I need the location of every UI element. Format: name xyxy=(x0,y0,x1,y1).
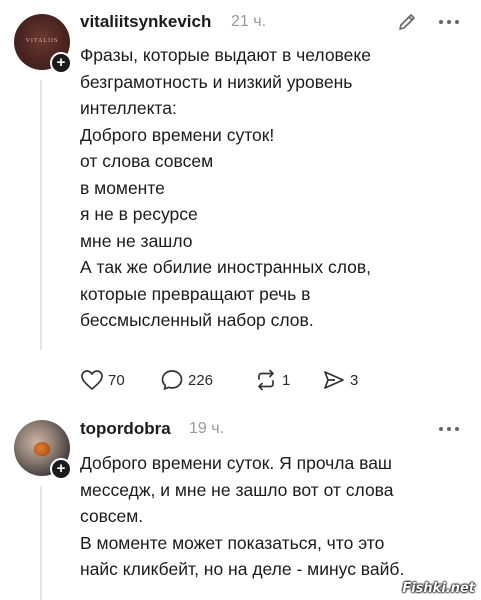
comment-line: Фразы, которые выдают в человеке xyxy=(80,45,371,65)
comment-count: 226 xyxy=(188,371,214,389)
comments-button[interactable]: 226 xyxy=(160,369,213,391)
comment-line: от слова совсем xyxy=(80,151,214,171)
comment-line: месседж, и мне не зашло вот от слова xyxy=(80,479,394,500)
share-button[interactable]: 3 xyxy=(322,369,358,391)
share-count: 3 xyxy=(350,371,359,389)
comment-line: совсем. xyxy=(80,506,144,526)
comment-line: бессмысленный набор слов. xyxy=(80,310,314,330)
comment-text: Доброго времени суток. Я прочла ваш месс… xyxy=(80,450,470,583)
thread-line xyxy=(40,80,42,350)
like-count: 70 xyxy=(108,371,125,389)
comment-line: найс кликбейт, но на деле - минус вайб. xyxy=(80,559,405,579)
comment-line: Доброго времени суток! xyxy=(80,124,275,145)
heart-icon xyxy=(81,370,103,390)
username[interactable]: topordobra xyxy=(80,419,171,439)
comment-line: интеллекта: xyxy=(80,98,177,118)
comment-line: которые превращают речь в xyxy=(80,283,311,304)
send-icon xyxy=(324,371,344,389)
timestamp: 19 ч. xyxy=(189,420,225,437)
repost-count: 1 xyxy=(282,371,291,389)
thread-line xyxy=(40,486,42,600)
like-button[interactable]: 70 xyxy=(80,369,125,391)
follow-plus-icon[interactable]: + xyxy=(50,52,72,74)
avatar-logo-text: VITALIIS xyxy=(25,38,59,44)
more-options-icon[interactable] xyxy=(436,419,462,439)
more-options-icon[interactable] xyxy=(436,12,462,32)
watermark: Fishki.net xyxy=(402,581,475,596)
comment-text: Фразы, которые выдают в человеке безграм… xyxy=(80,42,470,334)
comment-line: мне не зашло xyxy=(80,230,193,251)
repost-icon xyxy=(258,369,274,391)
edit-pencil-icon[interactable] xyxy=(396,11,418,33)
comment-line: Доброго времени суток. Я прочла ваш xyxy=(80,453,392,473)
bird-image xyxy=(34,442,50,456)
timestamp: 21 ч. xyxy=(231,13,267,30)
username[interactable]: vitaliitsynkevich xyxy=(80,12,211,32)
comment-line: В моменте может показаться, что это xyxy=(80,532,385,553)
speech-bubble-icon xyxy=(161,370,183,390)
comment-line: в моменте xyxy=(80,177,165,198)
repost-button[interactable]: 1 xyxy=(254,369,290,391)
follow-plus-icon[interactable]: + xyxy=(50,458,72,480)
comment-line: безграмотность и низкий уровень xyxy=(80,71,353,92)
comment-line: А так же обилие иностранных слов, xyxy=(80,257,371,277)
comment-line: я не в ресурсе xyxy=(80,204,198,224)
